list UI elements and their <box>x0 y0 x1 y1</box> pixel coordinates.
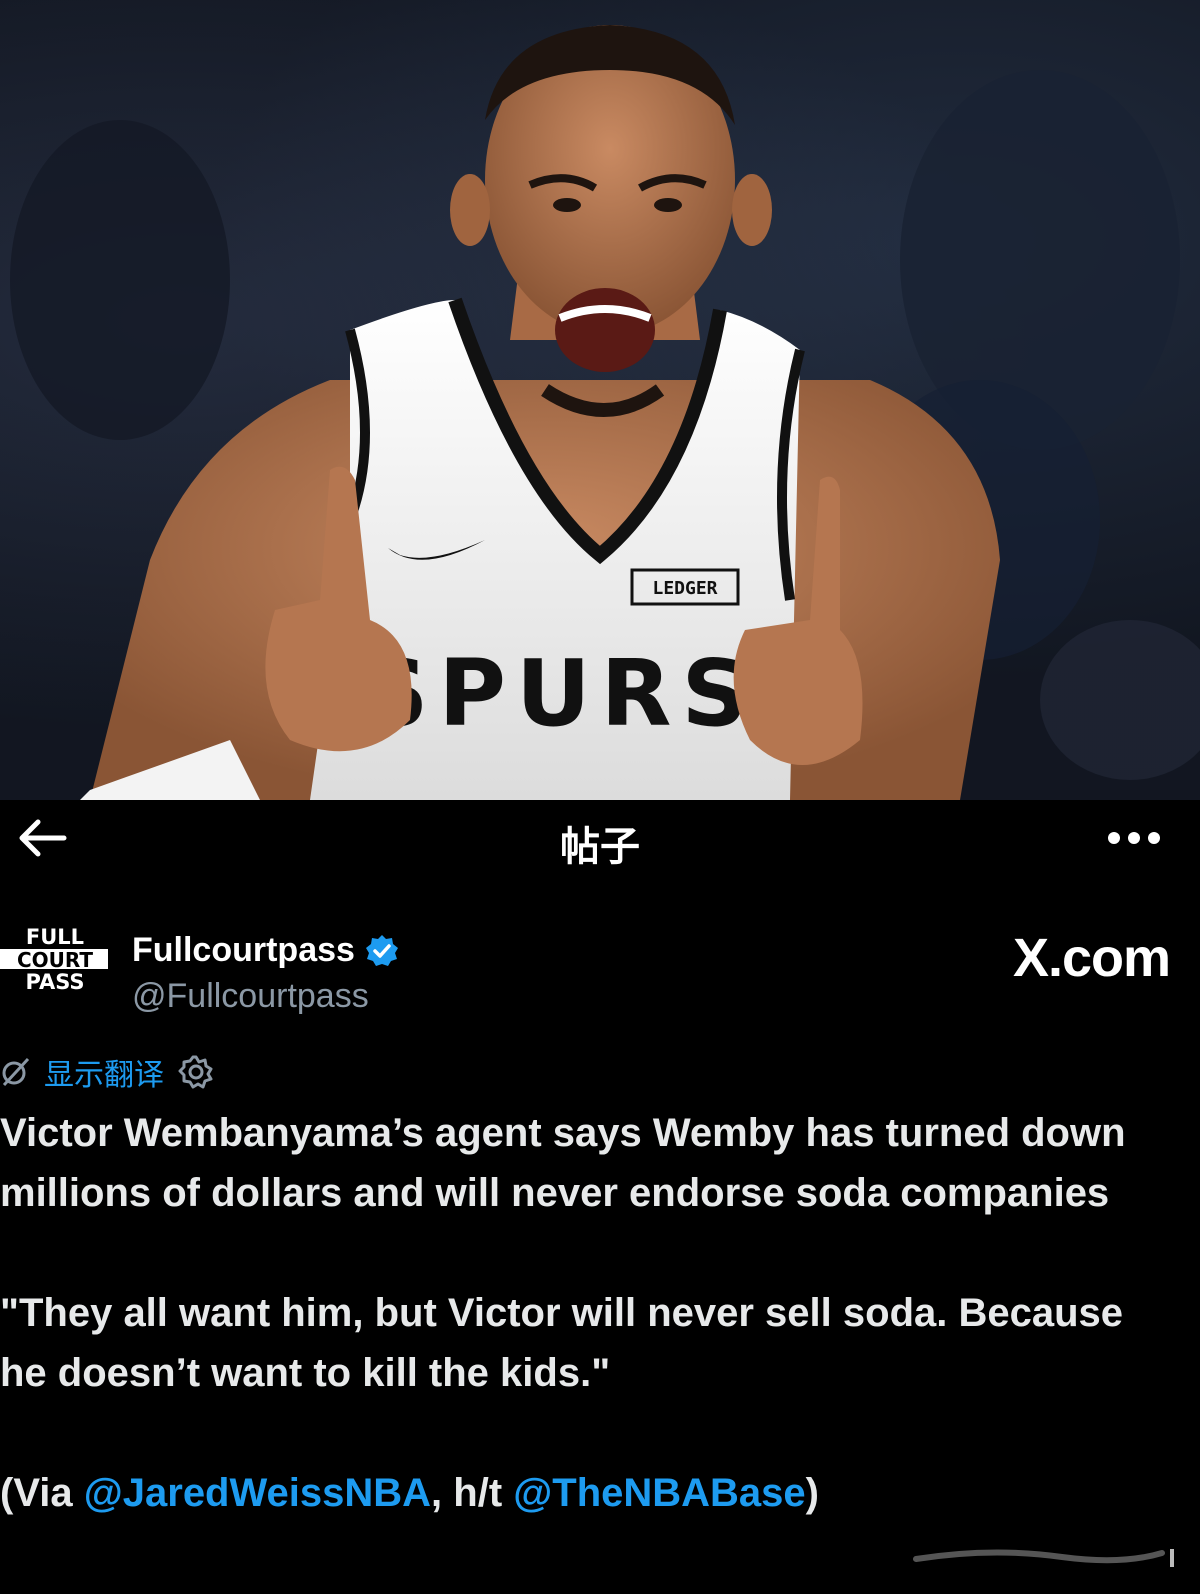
tweet-credits: (Via @JaredWeissNBA, h/t @TheNBABase) <box>0 1463 1180 1523</box>
credit-suffix: ) <box>805 1471 819 1515</box>
credit-prefix: (Via <box>0 1471 84 1515</box>
post-photo[interactable]: LEDGER SPURS <box>0 0 1200 800</box>
author-handle[interactable]: @Fullcourtpass <box>132 977 369 1016</box>
more-horizontal-icon <box>1108 832 1160 844</box>
mention-thenbabase[interactable]: @TheNBABase <box>513 1471 805 1515</box>
tweet-text: Victor Wembanyama’s agent says Wemby has… <box>0 1103 1180 1523</box>
author-name-text: Fullcourtpass <box>132 931 355 969</box>
avatar-logo-line2: COURT <box>17 948 93 972</box>
gear-icon[interactable] <box>178 1054 214 1090</box>
translate-row: 显示翻译 <box>0 1050 214 1094</box>
show-translation-link[interactable]: 显示翻译 <box>44 1050 164 1094</box>
more-options-button[interactable] <box>1102 814 1166 862</box>
jersey-sponsor-text: LEDGER <box>652 578 717 599</box>
credit-middle: , h/t <box>431 1471 514 1515</box>
corner-watermark <box>913 1549 1174 1567</box>
player-illustration: LEDGER SPURS <box>10 25 1200 800</box>
avatar[interactable]: FULL COURT PASS <box>0 925 112 1011</box>
author-name[interactable]: Fullcourtpass <box>132 931 399 970</box>
site-watermark: X.com <box>1012 928 1171 988</box>
avatar-logo-line3: PASS <box>25 970 84 994</box>
top-nav-bar: 帖子 <box>0 800 1200 880</box>
verified-badge-icon <box>365 934 398 966</box>
mention-jaredweissnba[interactable]: @JaredWeissNBA <box>84 1471 431 1515</box>
author-row: FULL COURT PASS Fullcourtpass @Fullcourt… <box>0 925 1200 1025</box>
fullcourtpass-logo: FULL COURT PASS <box>0 925 108 994</box>
jersey-team-text: SPURS <box>362 640 758 747</box>
tweet-paragraph-2: "They all want him, but Victor will neve… <box>0 1291 1124 1395</box>
tweet-paragraph-1: Victor Wembanyama’s agent says Wemby has… <box>0 1111 1126 1215</box>
page-title: 帖子 <box>560 824 640 870</box>
translate-globe-icon <box>2 1057 30 1087</box>
avatar-logo-line1: FULL <box>26 925 84 949</box>
